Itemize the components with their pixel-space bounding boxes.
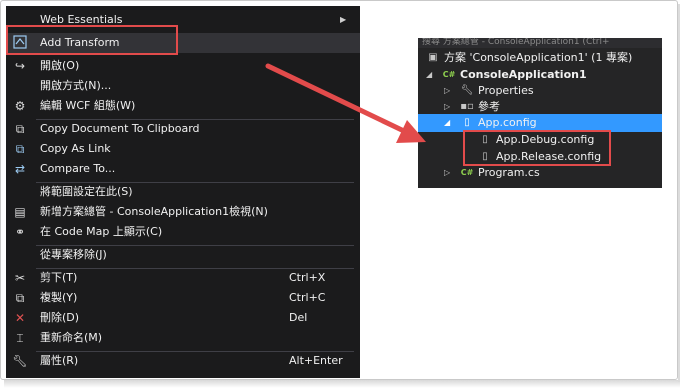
- annotation-arrow: [265, 63, 426, 143]
